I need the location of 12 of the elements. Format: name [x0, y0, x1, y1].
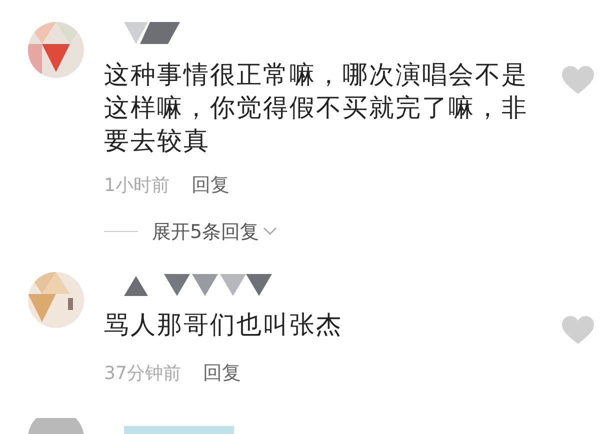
timestamp: 37分钟前: [104, 362, 181, 386]
chevron-down-icon: [263, 227, 278, 236]
expand-replies-button[interactable]: 展开5条回复: [152, 218, 278, 246]
avatar-blurred-drawing[interactable]: [28, 418, 84, 434]
heart-icon[interactable]: [562, 66, 594, 95]
reply-link[interactable]: 回复: [202, 359, 241, 388]
heart-icon[interactable]: [562, 316, 594, 345]
comment-text: 骂人那哥们也叫张杰: [104, 309, 344, 341]
timestamp: 1小时前: [104, 174, 170, 198]
reply-link[interactable]: 回复: [191, 171, 230, 200]
comment-text: 这种事情很正常嘛，哪次演唱会不是这样嘛，你觉得假不买就完了嘛，非要去较真: [104, 59, 529, 157]
redacted-name-drawing: [124, 22, 180, 46]
